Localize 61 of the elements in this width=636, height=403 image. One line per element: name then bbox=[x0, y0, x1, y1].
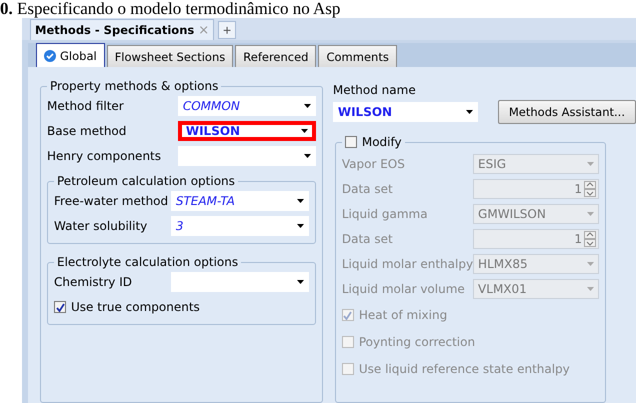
add-tab-button[interactable]: + bbox=[218, 21, 236, 39]
dropdown-field[interactable]: VLMX01 bbox=[473, 279, 600, 299]
caret-icon bbox=[587, 262, 594, 266]
dropdown-field[interactable]: COMMON bbox=[178, 96, 316, 116]
field-label: Vapor EOS bbox=[342, 157, 405, 171]
field-label: Method filter bbox=[47, 99, 124, 113]
dropdown-field[interactable] bbox=[178, 146, 316, 166]
caret-icon bbox=[300, 129, 308, 133]
spinner-arrows-icon[interactable] bbox=[584, 181, 596, 197]
caret-icon bbox=[296, 224, 304, 228]
field-label: Henry components bbox=[47, 149, 161, 163]
caret-icon bbox=[304, 104, 311, 108]
caret-icon bbox=[587, 162, 594, 166]
caret-icon bbox=[587, 212, 594, 216]
field-label: Liquid molar enthalpy bbox=[342, 257, 474, 271]
tab[interactable]: Flowsheet Sections bbox=[106, 45, 234, 67]
document-tab[interactable]: Methods - Specifications × bbox=[30, 19, 214, 40]
spinner-arrows-icon[interactable] bbox=[584, 231, 596, 247]
number-field[interactable]: 1 bbox=[473, 229, 600, 249]
checkbox[interactable] bbox=[54, 301, 66, 313]
group-title: Electrolyte calculation options bbox=[56, 255, 240, 269]
caret-icon bbox=[296, 199, 304, 203]
checkbox[interactable] bbox=[344, 136, 357, 148]
check-circle-icon bbox=[44, 50, 56, 62]
dropdown-field[interactable]: 3 bbox=[170, 216, 309, 236]
dropdown-field[interactable]: WILSON bbox=[332, 102, 478, 122]
checkbox[interactable] bbox=[342, 336, 354, 348]
caret-icon bbox=[466, 110, 473, 114]
checkbox[interactable] bbox=[342, 363, 354, 375]
tab[interactable]: Global bbox=[36, 43, 105, 67]
field-label: Water solubility bbox=[54, 219, 148, 233]
field-label: Chemistry ID bbox=[54, 275, 132, 289]
group-title: Petroleum calculation options bbox=[56, 174, 236, 188]
field-label: Data set bbox=[342, 232, 393, 246]
dropdown-field[interactable]: HLMX85 bbox=[473, 254, 600, 274]
field-label: Method name bbox=[332, 83, 417, 97]
checkbox-label: Use true components bbox=[71, 300, 200, 314]
checkbox-label: Poynting correction bbox=[358, 335, 476, 349]
checkbox-label: Heat of mixing bbox=[358, 308, 448, 322]
methods-assistant-button[interactable]: Methods Assistant... bbox=[498, 100, 636, 124]
caret-icon bbox=[296, 280, 304, 284]
dropdown-field[interactable]: GMWILSON bbox=[473, 204, 600, 224]
caption-text: 0. Especificando o modelo termodinâmico no Asp bbox=[0, 0, 342, 18]
field-label: Free-water method bbox=[54, 194, 168, 208]
dropdown-field[interactable]: STEAM-TA bbox=[170, 191, 309, 211]
field-label: Liquid molar volume bbox=[342, 282, 465, 296]
field-label: Base method bbox=[47, 124, 126, 138]
caret-icon bbox=[587, 287, 594, 291]
caret-icon bbox=[304, 154, 311, 158]
dropdown-field[interactable]: ESIG bbox=[473, 154, 600, 174]
dropdown-field[interactable] bbox=[170, 272, 309, 292]
checkbox-label: Modify bbox=[362, 135, 402, 149]
dropdown-field[interactable]: WILSON bbox=[178, 121, 316, 141]
tab[interactable]: Referenced bbox=[235, 45, 316, 67]
field-label: Liquid gamma bbox=[342, 207, 428, 221]
group-title: Property methods & options bbox=[49, 79, 220, 93]
field-label: Data set bbox=[342, 182, 393, 196]
checkbox[interactable] bbox=[342, 309, 354, 321]
checkbox-label: Use liquid reference state enthalpy bbox=[358, 362, 570, 376]
tab[interactable]: Comments bbox=[318, 45, 397, 67]
number-field[interactable]: 1 bbox=[473, 179, 600, 199]
